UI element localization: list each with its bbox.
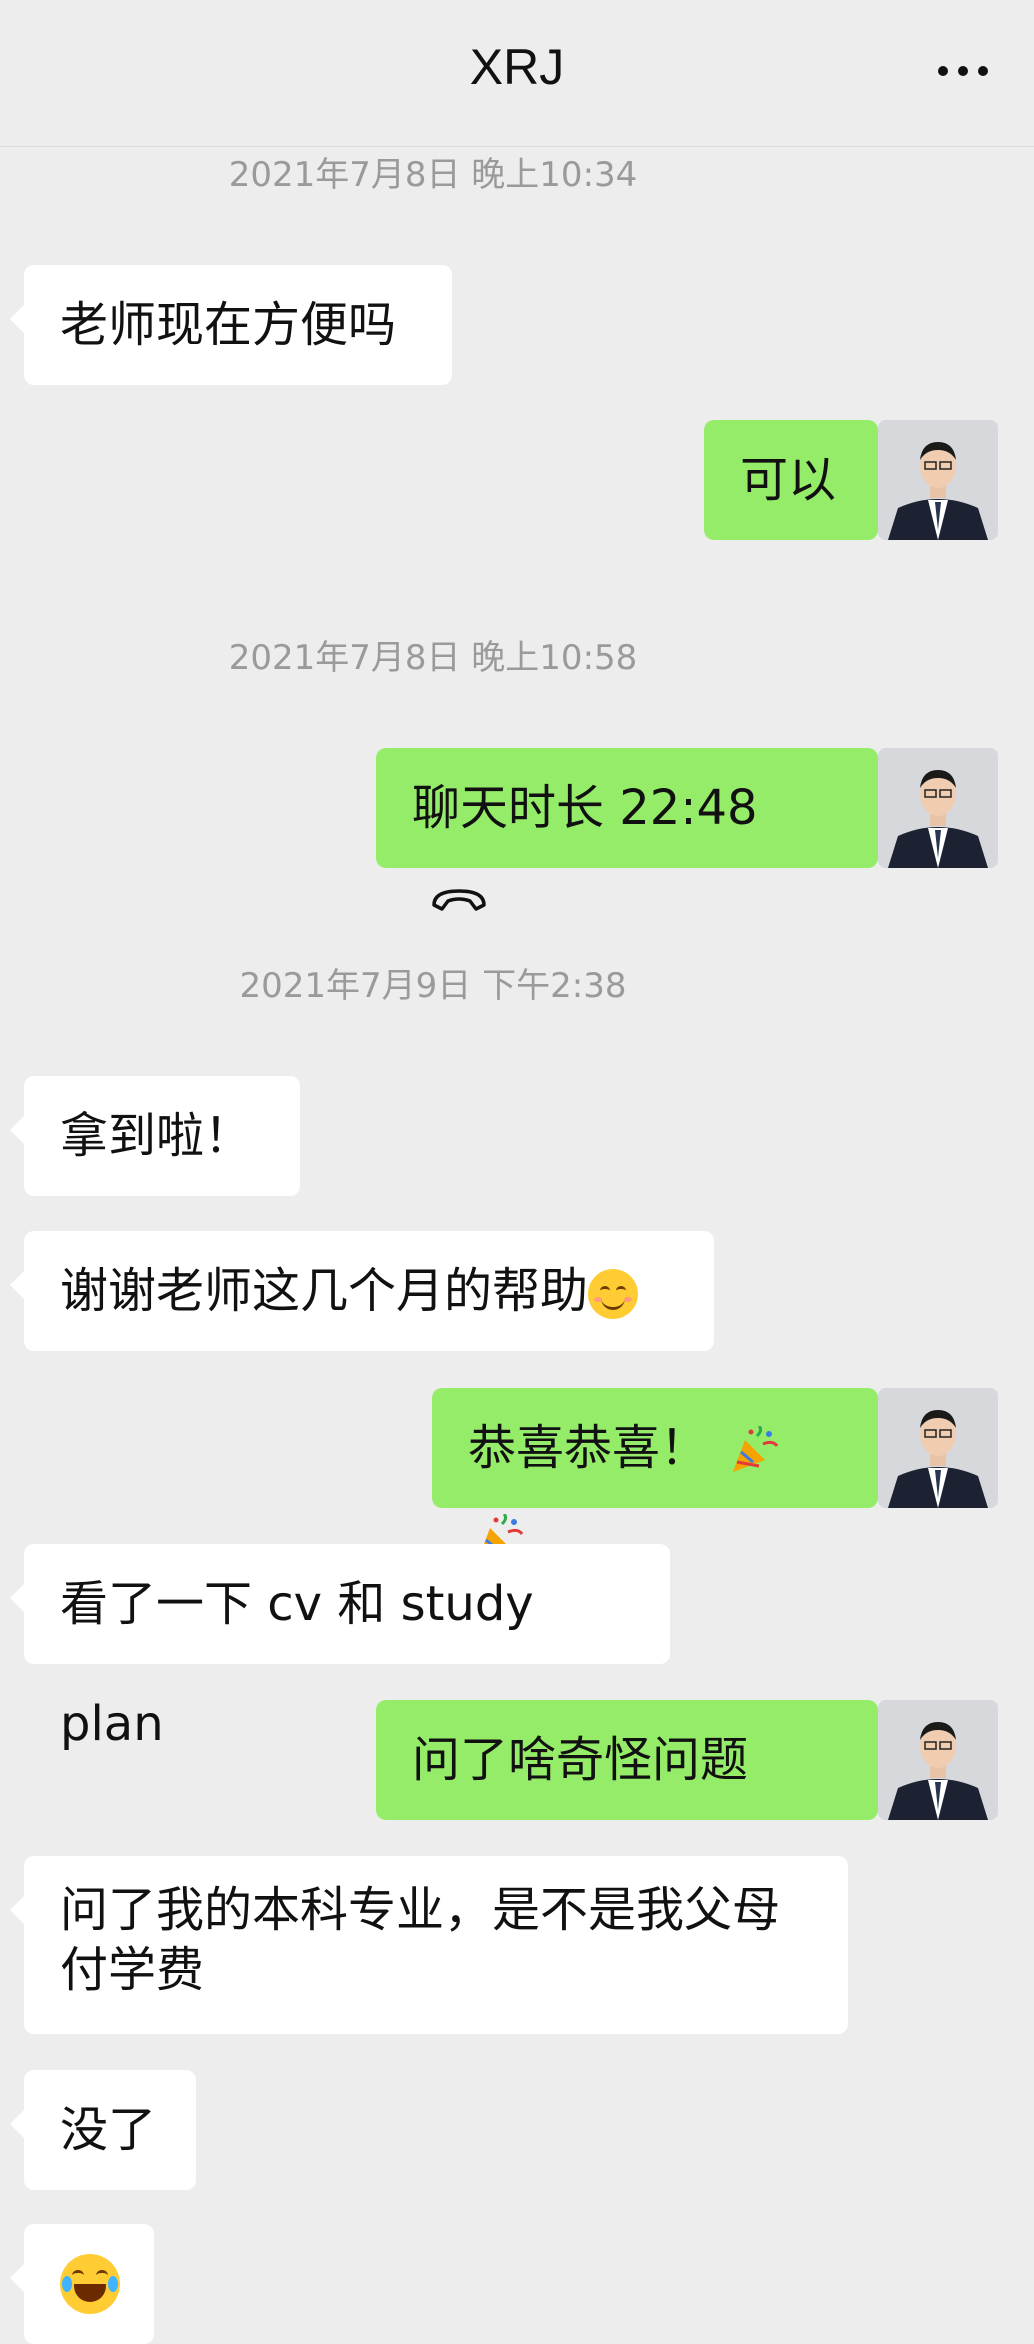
- message-text: 谢谢老师这几个月的帮助: [60, 1263, 589, 1319]
- phone-hangup-icon: [430, 871, 488, 927]
- timestamp: 2021年7月8日 晚上10:58: [228, 638, 638, 678]
- avatar[interactable]: [878, 1700, 998, 1820]
- smile-emoji-icon: [588, 1269, 639, 1319]
- received-message[interactable]: [10, 2224, 154, 2344]
- chat-title: XRJ: [469, 39, 565, 95]
- chat-header: XRJ: [0, 0, 1034, 147]
- timestamp: 2021年7月8日 晚上10:34: [228, 155, 638, 195]
- received-message[interactable]: 谢谢老师这几个月的帮助: [10, 1231, 714, 1351]
- call-record-message[interactable]: 聊天时长 22:48: [376, 748, 892, 911]
- received-message[interactable]: 老师现在方便吗: [10, 265, 452, 385]
- message-text: 没了: [60, 2102, 157, 2158]
- avatar[interactable]: [878, 748, 998, 868]
- message-text: 聊天时长 22:48: [412, 780, 758, 836]
- sent-message[interactable]: 恭喜恭喜！: [432, 1388, 892, 1560]
- message-text-line: 问了我的本科专业，是不是我父母: [60, 1882, 781, 1938]
- avatar[interactable]: [878, 420, 998, 540]
- message-text: 恭喜恭喜！: [468, 1420, 709, 1476]
- tears-of-joy-emoji-icon: [60, 2254, 120, 2314]
- more-dots-icon[interactable]: [938, 56, 996, 86]
- message-text: 可以: [740, 452, 837, 508]
- avatar[interactable]: [878, 1388, 998, 1508]
- received-message[interactable]: 看了一下 cv 和 study plan: [10, 1544, 670, 1752]
- received-message[interactable]: 没了: [10, 2070, 196, 2190]
- timestamp: 2021年7月9日 下午2:38: [239, 966, 627, 1006]
- sent-message[interactable]: 可以: [704, 420, 892, 540]
- message-text: 老师现在方便吗: [60, 297, 397, 353]
- party-popper-icon: [733, 1426, 779, 1472]
- sent-message[interactable]: 问了啥奇怪问题没？: [376, 1700, 892, 1908]
- received-message[interactable]: 问了我的本科专业，是不是我父母 付学费: [10, 1856, 848, 2034]
- received-message[interactable]: 拿到啦！: [10, 1076, 300, 1196]
- message-text-line: 付学费: [60, 1942, 205, 1998]
- message-text: 拿到啦！: [60, 1108, 253, 1164]
